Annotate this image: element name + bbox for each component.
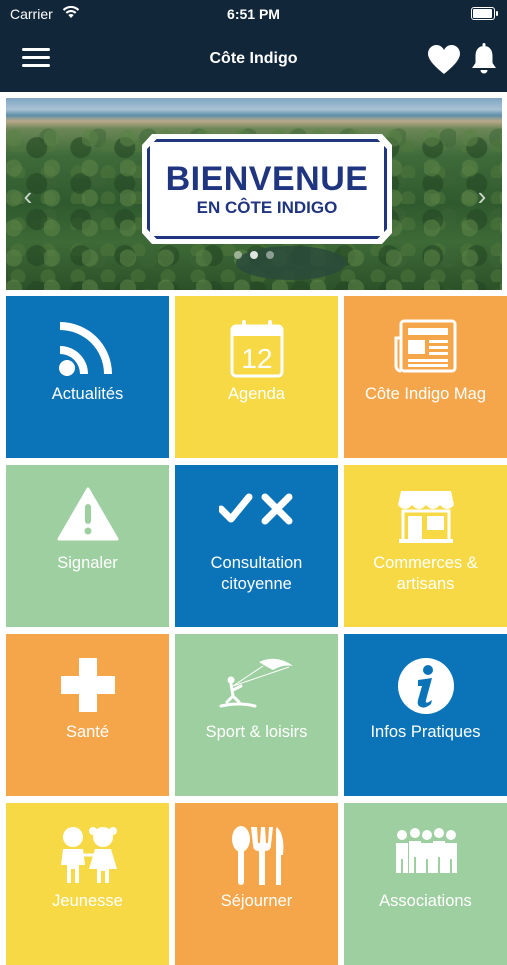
svg-text:12: 12	[241, 343, 272, 374]
notifications-button[interactable]	[470, 42, 498, 76]
carousel-prev-button[interactable]: ‹	[18, 183, 38, 209]
newspaper-icon	[344, 318, 507, 374]
carousel-dot[interactable]	[234, 251, 242, 259]
tile-children[interactable]: Jeunesse	[6, 803, 169, 965]
tile-people-group[interactable]: Associations	[344, 803, 507, 965]
nav-bar: Côte Indigo	[0, 28, 507, 92]
welcome-sign: BIENVENUE EN CÔTE INDIGO	[142, 134, 392, 244]
heart-icon	[428, 45, 460, 74]
tile-medical-cross[interactable]: Santé	[6, 634, 169, 796]
sign-title: BIENVENUE	[165, 160, 369, 198]
carousel-dot[interactable]	[266, 251, 274, 259]
bell-icon	[472, 43, 496, 74]
tile-warning[interactable]: Signaler	[6, 465, 169, 627]
tile-label: Associations	[379, 892, 472, 910]
medical-cross-icon	[6, 656, 169, 712]
tile-label: Signaler	[57, 554, 118, 572]
tile-label: Côte Indigo Mag	[364, 385, 487, 403]
warning-icon	[6, 487, 169, 543]
tile-label: Séjourner	[220, 892, 293, 910]
status-time: 6:51 PM	[227, 6, 280, 22]
shop-icon	[344, 487, 507, 543]
sign-subtitle: EN CÔTE INDIGO	[196, 198, 338, 217]
people-group-icon	[344, 825, 507, 881]
cutlery-icon	[175, 825, 338, 885]
tile-cutlery[interactable]: Séjourner	[175, 803, 338, 965]
tile-calendar[interactable]: 12 Agenda	[175, 296, 338, 458]
carousel-dot[interactable]	[250, 251, 258, 259]
tile-label: Jeunesse	[52, 892, 123, 910]
info-icon	[344, 656, 507, 714]
tile-newspaper[interactable]: Côte Indigo Mag	[344, 296, 507, 458]
tile-label: Consultation citoyenne	[210, 554, 303, 593]
tile-shop[interactable]: Commerces & artisans	[344, 465, 507, 627]
check-cross-icon	[175, 487, 338, 543]
status-bar: Carrier 6:51 PM	[0, 0, 507, 28]
tile-label: Commerces & artisans	[373, 554, 478, 593]
tile-rss[interactable]: Actualités	[6, 296, 169, 458]
calendar-icon: 12	[175, 318, 338, 378]
tile-label: Actualités	[51, 385, 124, 403]
tile-label: Agenda	[228, 385, 285, 403]
battery-icon	[471, 7, 498, 20]
tile-label: Infos Pratiques	[370, 723, 481, 741]
rss-icon	[6, 318, 169, 376]
carousel-dots	[6, 246, 502, 264]
tile-check-cross[interactable]: Consultation citoyenne	[175, 465, 338, 627]
menu-button[interactable]	[22, 48, 50, 70]
tile-label: Sport & loisirs	[205, 723, 308, 741]
favorites-button[interactable]	[427, 44, 461, 76]
welcome-banner[interactable]: BIENVENUE EN CÔTE INDIGO ‹ ›	[6, 98, 502, 290]
tile-label: Santé	[65, 723, 110, 741]
tile-kitesurf[interactable]: Sport & loisirs	[175, 634, 338, 796]
kitesurf-icon	[175, 656, 338, 712]
tile-info[interactable]: Infos Pratiques	[344, 634, 507, 796]
carousel-next-button[interactable]: ›	[472, 183, 492, 209]
children-icon	[6, 825, 169, 883]
